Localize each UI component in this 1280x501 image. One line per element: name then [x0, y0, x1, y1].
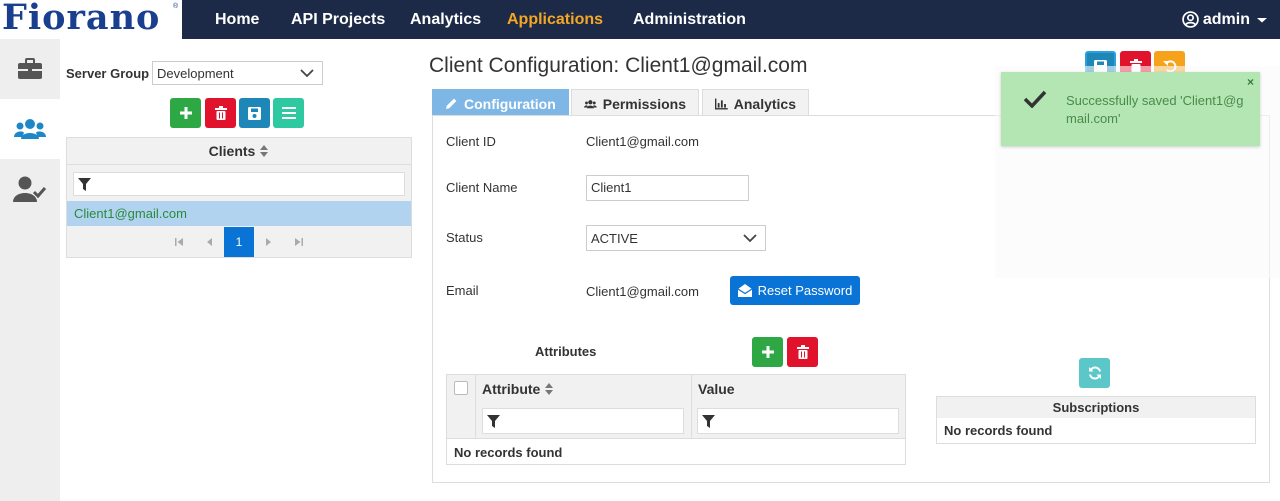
server-group-select[interactable]: Development [152, 61, 323, 85]
first-page-icon[interactable] [164, 227, 194, 257]
page-title: Client Configuration: Client1@gmail.com [429, 54, 808, 77]
logo-text: Fiorano [2, 0, 161, 38]
attributes-empty-text: No records found [454, 445, 563, 460]
save-client-button[interactable] [239, 98, 270, 128]
tab-analytics-label: Analytics [733, 95, 796, 112]
email-value: Client1@gmail.com [586, 284, 699, 299]
add-client-button[interactable] [170, 98, 201, 128]
nav-home[interactable]: Home [215, 0, 259, 39]
filter-icon [702, 415, 715, 428]
plus-icon [179, 107, 192, 119]
clients-header-label: Clients [208, 143, 256, 159]
clients-column-header[interactable]: Clients [67, 138, 411, 165]
clients-table: Clients Client1@gmail.com 1 [66, 137, 412, 258]
success-toast: Successfully saved 'Client1@gmail.com' × [1001, 72, 1260, 146]
attribute-filter-input[interactable] [482, 408, 684, 434]
value-column-label: Value [698, 380, 735, 397]
value-filter-input[interactable] [697, 408, 899, 434]
select-all-checkbox[interactable] [454, 381, 468, 395]
server-group-label: Server Group [66, 66, 150, 81]
reset-password-label: Reset Password [757, 283, 853, 298]
delete-client-button[interactable] [205, 98, 236, 128]
status-value: ACTIVE [591, 230, 638, 246]
server-group-value: Development [157, 65, 234, 81]
checkmark-icon [1023, 90, 1047, 108]
client-name-label: Client Name [446, 180, 518, 195]
refresh-icon [1088, 366, 1101, 380]
list-view-button[interactable] [273, 98, 304, 128]
client-row[interactable]: Client1@gmail.com [67, 201, 411, 226]
next-page-icon[interactable] [254, 227, 284, 257]
nav-administration[interactable]: Administration [633, 0, 746, 39]
subscriptions-empty-text: No records found [944, 423, 1053, 438]
subscriptions-table: Subscriptions No records found [936, 396, 1256, 444]
client-id-label: Client ID [446, 134, 496, 149]
attributes-empty-row: No records found [447, 438, 905, 464]
sort-icon [260, 145, 269, 157]
tab-configuration[interactable]: Configuration [432, 89, 569, 117]
value-column-header[interactable]: Value [698, 375, 735, 402]
tab-analytics[interactable]: Analytics [702, 89, 809, 117]
last-page-icon[interactable] [284, 227, 314, 257]
tab-configuration-label: Configuration [464, 95, 556, 112]
briefcase-icon [18, 58, 42, 79]
clients-filter-input[interactable] [73, 172, 405, 196]
delete-attribute-button[interactable] [787, 337, 818, 367]
nav-analytics[interactable]: Analytics [410, 0, 481, 39]
trash-icon [214, 106, 227, 120]
clients-pager: 1 [67, 226, 411, 258]
page-number[interactable]: 1 [224, 227, 254, 257]
column-divider [475, 375, 476, 438]
attribute-column-label: Attribute [482, 380, 541, 397]
filter-icon [487, 415, 500, 428]
user-circle-icon [1182, 11, 1199, 28]
refresh-subscriptions-button[interactable] [1079, 358, 1110, 388]
toast-close-button[interactable]: × [1247, 75, 1254, 89]
list-icon [281, 107, 296, 119]
logo-registered-mark: ® [173, 3, 179, 10]
chevron-down-icon [743, 234, 757, 243]
tab-permissions-label: Permissions [602, 95, 686, 112]
filter-icon [78, 178, 91, 191]
client-name-input[interactable]: Client1 [586, 175, 749, 201]
user-check-icon [13, 176, 47, 202]
users-icon [584, 99, 597, 108]
save-icon [248, 106, 261, 120]
trash-icon [796, 345, 809, 359]
sidebar-tab-approvals[interactable] [0, 159, 60, 219]
attributes-title: Attributes [535, 344, 597, 359]
sort-icon [545, 382, 554, 395]
prev-page-icon[interactable] [194, 227, 224, 257]
tab-permissions[interactable]: Permissions [571, 89, 699, 117]
bar-chart-icon [715, 98, 728, 109]
email-label: Email [446, 283, 479, 298]
attribute-column-header[interactable]: Attribute [482, 375, 554, 402]
top-navbar: Fiorano ® Home API Projects Analytics Ap… [0, 0, 1280, 39]
clients-filter-row [67, 165, 411, 201]
caret-down-icon [1257, 17, 1267, 22]
status-label: Status [446, 230, 483, 245]
reset-password-button[interactable]: Reset Password [730, 276, 860, 305]
client-id-value: Client1@gmail.com [586, 134, 699, 149]
attributes-table: Attribute Value No records found [446, 374, 906, 465]
toast-message: Successfully saved 'Client1@gmail.com' [1066, 93, 1244, 126]
plus-icon [761, 346, 774, 358]
users-icon [14, 119, 46, 139]
column-divider [691, 375, 692, 438]
envelope-open-icon [737, 284, 752, 297]
sidebar-tab-applications[interactable] [0, 39, 60, 99]
subscriptions-header: Subscriptions [937, 397, 1255, 418]
sidebar-tab-clients[interactable] [0, 99, 60, 159]
nav-api-projects[interactable]: API Projects [291, 0, 385, 39]
status-select[interactable]: ACTIVE [586, 225, 766, 251]
fiorano-logo[interactable]: Fiorano ® [0, 0, 182, 39]
sidebar-vertical-tabs [0, 39, 60, 501]
pencil-icon [446, 98, 457, 109]
user-name: admin [1202, 10, 1250, 28]
chevron-down-icon [300, 69, 314, 78]
user-menu[interactable]: admin [1182, 0, 1270, 39]
nav-applications[interactable]: Applications [507, 0, 603, 39]
add-attribute-button[interactable] [752, 337, 783, 367]
